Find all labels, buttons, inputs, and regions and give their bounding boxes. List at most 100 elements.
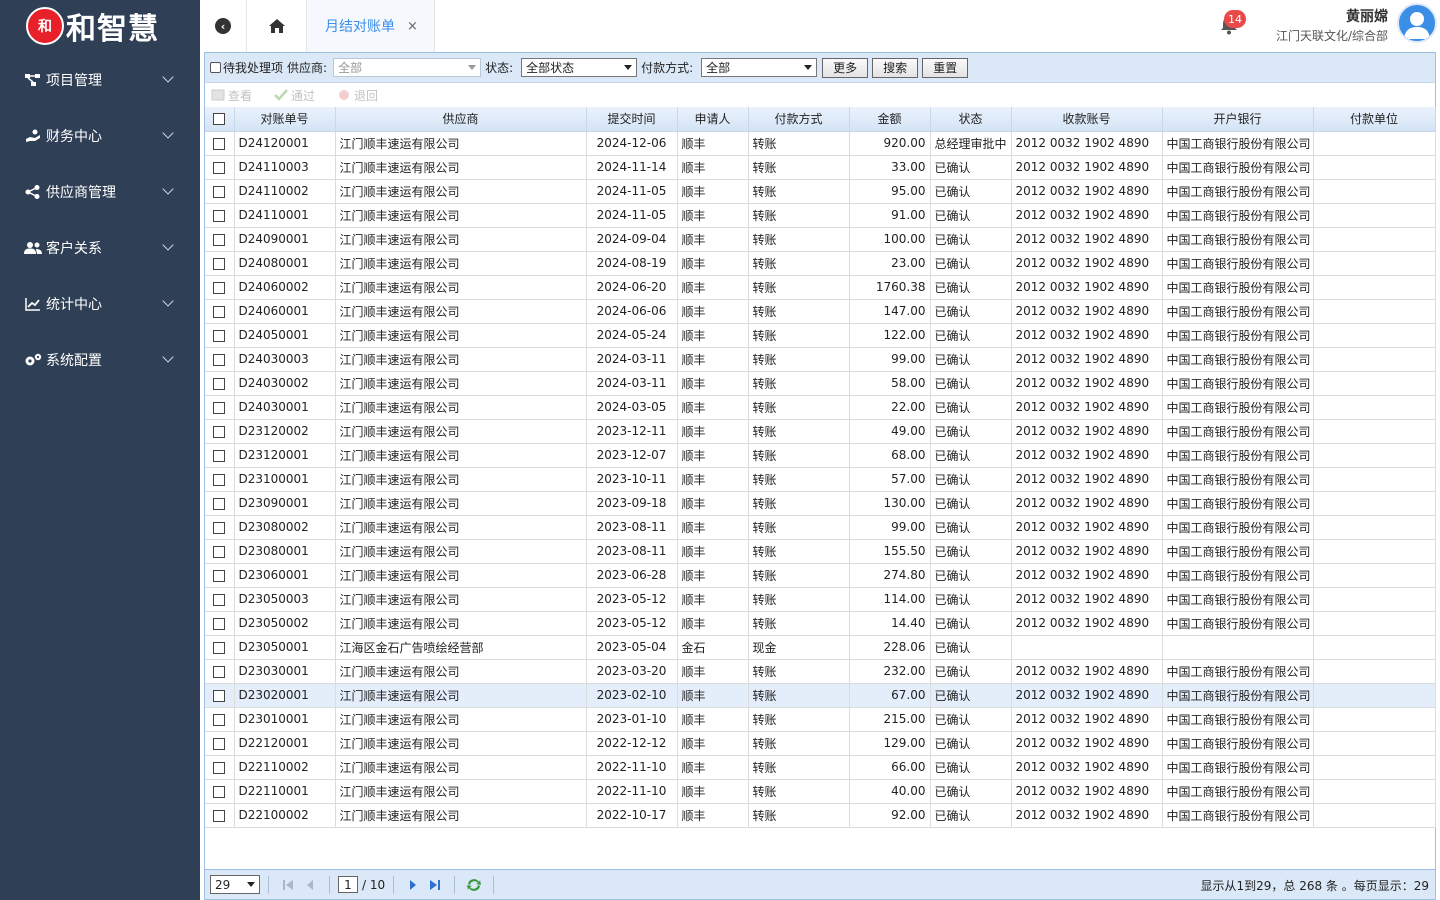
row-select-cell[interactable]	[205, 539, 235, 564]
row-select-cell[interactable]	[205, 803, 235, 828]
row-checkbox[interactable]	[213, 713, 226, 726]
column-header[interactable]: 提交时间	[586, 107, 678, 132]
row-select-cell[interactable]	[205, 347, 235, 372]
refresh-icon[interactable]	[466, 877, 482, 893]
last-page-icon[interactable]	[427, 877, 443, 893]
next-page-icon[interactable]	[405, 877, 421, 893]
payment-select[interactable]: 全部	[701, 58, 818, 77]
table-row[interactable]: D24030003 江门顺丰速运有限公司 2024-03-11 顺丰 转账 99.00 已确…	[205, 347, 1436, 372]
row-select-cell[interactable]	[205, 635, 235, 660]
column-header[interactable]: 供应商	[335, 107, 587, 132]
row-checkbox[interactable]	[213, 209, 226, 222]
row-select-cell[interactable]	[205, 155, 235, 180]
column-header[interactable]: 付款单位	[1313, 107, 1436, 132]
table-row[interactable]: D22100002 江门顺丰速运有限公司 2022-10-17 顺丰 转账 92.00 已确…	[205, 803, 1436, 828]
row-select-cell[interactable]	[205, 563, 235, 588]
reset-button[interactable]: 重置	[922, 57, 969, 78]
table-row[interactable]: D24120001 江门顺丰速运有限公司 2024-12-06 顺丰 转账 920.00 总…	[205, 131, 1436, 156]
row-select-cell[interactable]	[205, 731, 235, 756]
row-select-cell[interactable]	[205, 371, 235, 396]
row-select-cell[interactable]	[205, 443, 235, 468]
table-row[interactable]: D23020001 江门顺丰速运有限公司 2023-02-10 顺丰 转账 67.00 已确…	[205, 683, 1436, 708]
column-header[interactable]: 付款方式	[748, 107, 850, 132]
column-header[interactable]: 申请人	[677, 107, 749, 132]
row-checkbox[interactable]	[213, 425, 226, 438]
return-button[interactable]: 退回	[337, 87, 378, 104]
first-page-icon[interactable]	[280, 877, 296, 893]
table-row[interactable]: D24060002 江门顺丰速运有限公司 2024-06-20 顺丰 转账 1760.38…	[205, 275, 1436, 300]
row-checkbox[interactable]	[213, 593, 226, 606]
table-row[interactable]: D23120001 江门顺丰速运有限公司 2023-12-07 顺丰 转账 68.00 已确…	[205, 443, 1436, 468]
row-select-cell[interactable]	[205, 755, 235, 780]
column-header[interactable]: 金额	[849, 107, 931, 132]
table-row[interactable]: D24110001 江门顺丰速运有限公司 2024-11-05 顺丰 转账 91.00 已确…	[205, 203, 1436, 228]
tab-monthly-statement[interactable]: 月结对账单 ×	[307, 0, 435, 52]
row-select-cell[interactable]	[205, 611, 235, 636]
row-select-cell[interactable]	[205, 395, 235, 420]
user-name[interactable]: 黄丽嫦	[1346, 6, 1388, 26]
sidebar-item-2[interactable]: 供应商管理	[0, 164, 200, 220]
column-header[interactable]: 收款账号	[1011, 107, 1163, 132]
sidebar-item-5[interactable]: 系统配置	[0, 332, 200, 388]
row-select-cell[interactable]	[205, 275, 235, 300]
row-checkbox[interactable]	[213, 449, 226, 462]
search-button[interactable]: 搜索	[872, 57, 919, 78]
row-checkbox[interactable]	[213, 569, 226, 582]
home-button[interactable]	[247, 0, 307, 52]
table-row[interactable]: D23090001 江门顺丰速运有限公司 2023-09-18 顺丰 转账 130.00 已…	[205, 491, 1436, 516]
select-all-checkbox[interactable]	[213, 113, 226, 126]
table-row[interactable]: D24090001 江门顺丰速运有限公司 2024-09-04 顺丰 转账 100.00 已…	[205, 227, 1436, 252]
row-select-cell[interactable]	[205, 779, 235, 804]
page-size-select[interactable]: 29	[210, 875, 260, 894]
logo[interactable]: 和 和智慧	[0, 0, 200, 52]
row-checkbox[interactable]	[213, 353, 226, 366]
table-row[interactable]: D23050001 江海区金石广告喷绘经营部 2023-05-04 金石 现金 228.0…	[205, 635, 1436, 660]
row-select-cell[interactable]	[205, 179, 235, 204]
avatar[interactable]	[1397, 3, 1437, 43]
table-row[interactable]: D23080002 江门顺丰速运有限公司 2023-08-11 顺丰 转账 99.00 已确…	[205, 515, 1436, 540]
row-checkbox[interactable]	[213, 305, 226, 318]
tab-close-icon[interactable]: ×	[407, 19, 418, 34]
row-checkbox[interactable]	[213, 521, 226, 534]
pending-checkbox[interactable]	[210, 62, 221, 73]
row-select-cell[interactable]	[205, 683, 235, 708]
table-row[interactable]: D22110002 江门顺丰速运有限公司 2022-11-10 顺丰 转账 66.00 已确…	[205, 755, 1436, 780]
row-select-cell[interactable]	[205, 299, 235, 324]
pending-filter[interactable]: 待我处理项	[210, 59, 283, 76]
view-button[interactable]: 查看	[211, 87, 252, 104]
status-select[interactable]: 全部状态	[521, 58, 638, 77]
row-select-cell[interactable]	[205, 659, 235, 684]
row-checkbox[interactable]	[213, 617, 226, 630]
table-row[interactable]: D23120002 江门顺丰速运有限公司 2023-12-11 顺丰 转账 49.00 已确…	[205, 419, 1436, 444]
table-row[interactable]: D22110001 江门顺丰速运有限公司 2022-11-10 顺丰 转账 40.00 已确…	[205, 779, 1436, 804]
row-checkbox[interactable]	[213, 497, 226, 510]
column-header[interactable]: 开户银行	[1162, 107, 1314, 132]
row-select-cell[interactable]	[205, 467, 235, 492]
page-number-input[interactable]: 1	[338, 876, 358, 893]
row-checkbox[interactable]	[213, 665, 226, 678]
row-checkbox[interactable]	[213, 185, 226, 198]
sidebar-item-1[interactable]: 财务中心	[0, 108, 200, 164]
table-row[interactable]: D24080001 江门顺丰速运有限公司 2024-08-19 顺丰 转账 23.00 已确…	[205, 251, 1436, 276]
row-checkbox[interactable]	[213, 473, 226, 486]
column-header[interactable]: 对账单号	[234, 107, 336, 132]
row-checkbox[interactable]	[213, 737, 226, 750]
row-select-cell[interactable]	[205, 323, 235, 348]
row-checkbox[interactable]	[213, 377, 226, 390]
row-checkbox[interactable]	[213, 689, 226, 702]
table-row[interactable]: D24030002 江门顺丰速运有限公司 2024-03-11 顺丰 转账 58.00 已确…	[205, 371, 1436, 396]
row-select-cell[interactable]	[205, 587, 235, 612]
row-checkbox[interactable]	[213, 329, 226, 342]
row-select-cell[interactable]	[205, 707, 235, 732]
table-row[interactable]: D24030001 江门顺丰速运有限公司 2024-03-05 顺丰 转账 22.00 已确…	[205, 395, 1436, 420]
table-row[interactable]: D23010001 江门顺丰速运有限公司 2023-01-10 顺丰 转账 215.00 已…	[205, 707, 1436, 732]
row-checkbox[interactable]	[213, 257, 226, 270]
row-select-cell[interactable]	[205, 515, 235, 540]
back-button[interactable]: ‹	[200, 0, 247, 52]
table-row[interactable]: D23100001 江门顺丰速运有限公司 2023-10-11 顺丰 转账 57.00 已确…	[205, 467, 1436, 492]
row-checkbox[interactable]	[213, 161, 226, 174]
sidebar-item-0[interactable]: 项目管理	[0, 52, 200, 108]
row-select-cell[interactable]	[205, 491, 235, 516]
table-row[interactable]: D24110003 江门顺丰速运有限公司 2024-11-14 顺丰 转账 33.00 已确…	[205, 155, 1436, 180]
select-all-cell[interactable]	[205, 107, 235, 132]
